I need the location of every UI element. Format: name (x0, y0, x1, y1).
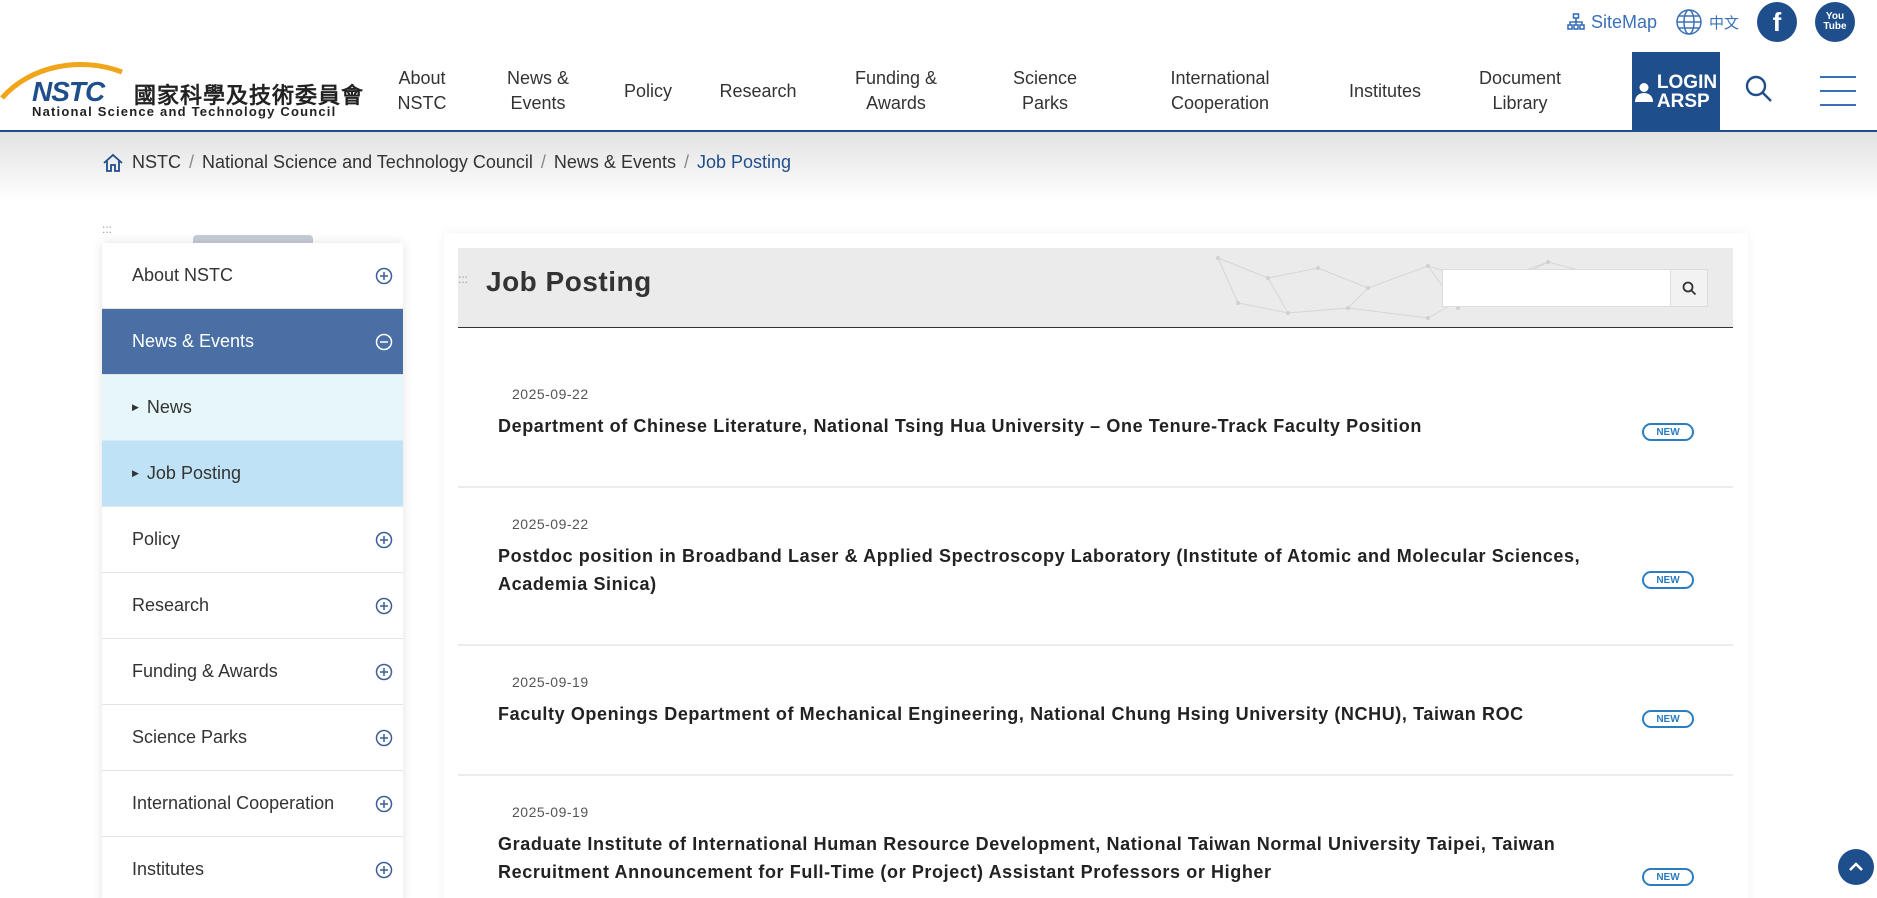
sidebar-subitem-news[interactable]: ▶ News (102, 375, 403, 441)
sitemap-link[interactable]: SiteMap (1567, 12, 1657, 33)
collapse-minus-icon[interactable] (375, 333, 393, 351)
bullet-triangle-icon: ▶ (132, 402, 139, 412)
new-badge: NEW (1642, 710, 1694, 728)
nav-about-nstc[interactable]: About NSTC (370, 66, 474, 116)
sidebar-item-research[interactable]: Research (102, 573, 403, 639)
nav-funding-awards[interactable]: Funding & Awards (822, 66, 970, 116)
user-icon (1634, 82, 1653, 102)
expand-plus-icon[interactable] (375, 531, 393, 549)
sidebar-item-institutes[interactable]: Institutes (102, 837, 403, 898)
job-posting-list: 2025-09-22 Department of Chinese Literat… (458, 330, 1733, 898)
arsp-label: ARSP (1656, 90, 1710, 112)
sitemap-label: SiteMap (1590, 11, 1657, 32)
nav-international-cooperation[interactable]: International Cooperation (1120, 66, 1320, 116)
sidebar: About NSTC News & Events ▶ News ▶ Job Po… (102, 243, 403, 898)
post-date: 2025-09-22 (512, 516, 589, 532)
expand-plus-icon[interactable] (375, 663, 393, 681)
list-item[interactable]: 2025-09-19 Faculty Openings Department o… (458, 646, 1733, 776)
post-title[interactable]: Faculty Openings Department of Mechanica… (458, 700, 1638, 728)
nav-news-events[interactable]: News & Events (474, 66, 602, 116)
search-icon (1745, 75, 1772, 102)
breadcrumb-separator: / (540, 152, 546, 172)
sidebar-accesskey-marker: ::: (102, 222, 113, 236)
content-search-button[interactable] (1670, 269, 1708, 307)
nav-research[interactable]: Research (694, 79, 822, 104)
sidebar-item-international-cooperation[interactable]: International Cooperation (102, 771, 403, 837)
sidebar-item-science-parks[interactable]: Science Parks (102, 705, 403, 771)
search-icon (1682, 281, 1696, 295)
list-item[interactable]: 2025-09-22 Postdoc position in Broadband… (458, 488, 1733, 646)
expand-plus-icon[interactable] (375, 729, 393, 747)
post-date: 2025-09-19 (512, 804, 589, 820)
sidebar-item-policy[interactable]: Policy (102, 507, 403, 573)
login-arsp-button[interactable]: LOGIN ARSP (1632, 52, 1720, 131)
breadcrumb-item-nstc[interactable]: NSTC (132, 152, 181, 173)
utility-bar: SiteMap 中文 f You Tube (1567, 0, 1855, 44)
sidebar-item-news-events[interactable]: News & Events (102, 309, 403, 375)
main-nav: About NSTC News & Events Policy Research F… (370, 52, 1590, 130)
back-to-top-button[interactable] (1838, 849, 1874, 885)
nstc-logo[interactable]: NSTC 國家科學及技術委員會 National Science and Tec… (0, 58, 365, 122)
post-title[interactable]: Graduate Institute of International Huma… (458, 830, 1638, 886)
home-icon[interactable] (102, 153, 124, 173)
sidebar-item-funding-awards[interactable]: Funding & Awards (102, 639, 403, 705)
bullet-triangle-icon: ▶ (132, 468, 139, 478)
content-accesskey-marker: ::: (458, 272, 469, 286)
expand-plus-icon[interactable] (375, 267, 393, 285)
new-badge: NEW (1642, 423, 1694, 441)
page-title: Job Posting (486, 266, 652, 297)
expand-plus-icon[interactable] (375, 597, 393, 615)
language-label: 中文 (1708, 14, 1739, 32)
new-badge: NEW (1642, 868, 1694, 886)
expand-plus-icon[interactable] (375, 795, 393, 813)
site-header: SiteMap 中文 f You Tube NSTC 國家科學及技術委員會 Nat… (0, 0, 1877, 132)
facebook-icon[interactable]: f (1757, 2, 1797, 42)
breadcrumb-current: Job Posting (696, 152, 792, 172)
content-search-input[interactable] (1442, 269, 1674, 307)
sidebar-item-about-nstc[interactable]: About NSTC (102, 243, 403, 309)
breadcrumb-item-council[interactable]: National Science and Technology Council (202, 152, 533, 173)
chevron-up-icon (1849, 862, 1863, 871)
hamburger-menu-icon[interactable] (1820, 74, 1856, 108)
post-date: 2025-09-19 (512, 674, 589, 690)
nav-science-parks[interactable]: Science Parks (970, 66, 1120, 116)
list-item[interactable]: 2025-09-22 Department of Chinese Literat… (458, 330, 1733, 488)
nav-policy[interactable]: Policy (602, 79, 694, 104)
language-switch[interactable]: 中文 (1675, 8, 1739, 36)
login-label: LOGIN (1656, 71, 1718, 93)
logo-english: National Science and Technology Council (32, 104, 337, 119)
nav-institutes[interactable]: Institutes (1320, 79, 1450, 104)
sitemap-icon (1567, 13, 1585, 30)
new-badge: NEW (1642, 571, 1694, 589)
post-date: 2025-09-22 (512, 386, 589, 402)
sidebar-subitem-job-posting[interactable]: ▶ Job Posting (102, 441, 403, 507)
expand-plus-icon[interactable] (375, 861, 393, 879)
breadcrumb: NSTC / National Science and Technology C… (102, 152, 791, 173)
post-title[interactable]: Department of Chinese Literature, Nation… (458, 412, 1638, 440)
globe-icon (1676, 9, 1702, 35)
breadcrumb-separator: / (189, 152, 195, 172)
breadcrumb-item-news-events[interactable]: News & Events (554, 152, 676, 173)
youtube-icon[interactable]: You Tube (1815, 2, 1855, 42)
post-title[interactable]: Postdoc position in Broadband Laser & Ap… (458, 542, 1638, 598)
breadcrumb-separator: / (683, 152, 689, 172)
header-search-button[interactable] (1744, 74, 1778, 108)
nav-document-library[interactable]: Document Library (1450, 66, 1590, 116)
list-item[interactable]: 2025-09-19 Graduate Institute of Interna… (458, 776, 1733, 898)
